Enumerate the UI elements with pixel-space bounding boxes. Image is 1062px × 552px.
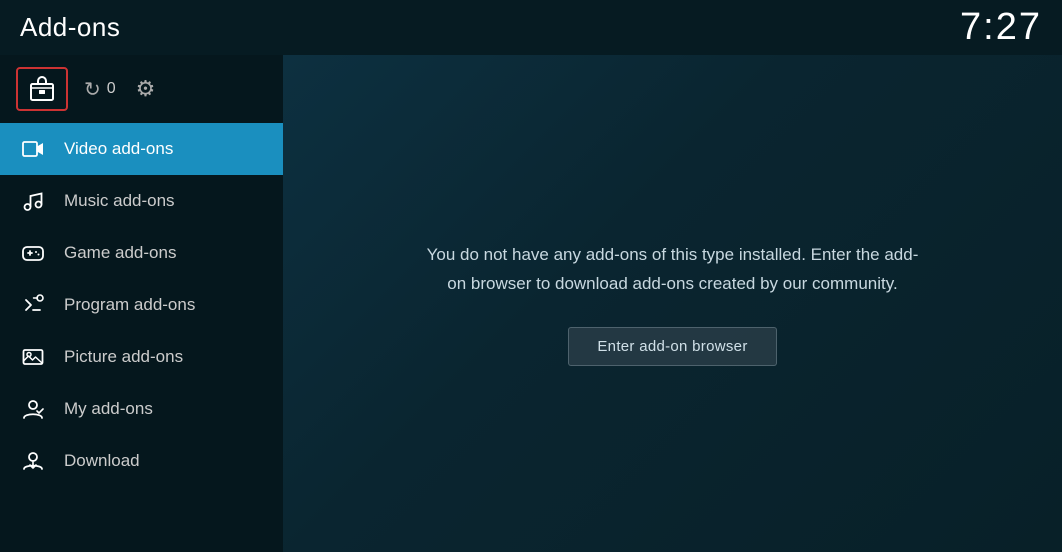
page-title: Add-ons xyxy=(20,12,120,43)
download-icon xyxy=(20,448,46,474)
sidebar: ↻ 0 ⚙ Video add-ons xyxy=(0,55,283,552)
sidebar-item-music-addons[interactable]: Music add-ons xyxy=(0,175,283,227)
refresh-icon: ↻ xyxy=(84,77,101,102)
sidebar-item-program-addons[interactable]: Program add-ons xyxy=(0,279,283,331)
clock: 7:27 xyxy=(960,6,1042,49)
no-addons-message: You do not have any add-ons of this type… xyxy=(423,241,923,299)
sidebar-item-label: Download xyxy=(64,451,140,471)
content-area: You do not have any add-ons of this type… xyxy=(283,55,1062,552)
refresh-button[interactable]: ↻ 0 xyxy=(84,77,116,102)
main-layout: ↻ 0 ⚙ Video add-ons xyxy=(0,55,1062,552)
enter-addon-browser-button[interactable]: Enter add-on browser xyxy=(568,327,776,366)
sidebar-toolbar: ↻ 0 ⚙ xyxy=(0,55,283,123)
sidebar-item-label: Video add-ons xyxy=(64,139,173,159)
music-icon xyxy=(20,188,46,214)
video-icon xyxy=(20,136,46,162)
game-icon xyxy=(20,240,46,266)
header: Add-ons 7:27 xyxy=(0,0,1062,55)
sidebar-item-label: Picture add-ons xyxy=(64,347,183,367)
addon-box-button[interactable] xyxy=(16,67,68,111)
sidebar-item-label: Program add-ons xyxy=(64,295,195,315)
sidebar-item-label: Game add-ons xyxy=(64,243,176,263)
program-icon xyxy=(20,292,46,318)
sidebar-item-label: My add-ons xyxy=(64,399,153,419)
gear-icon: ⚙ xyxy=(136,76,156,101)
settings-button[interactable]: ⚙ xyxy=(136,76,156,102)
update-count: 0 xyxy=(107,80,116,98)
myaddon-icon xyxy=(20,396,46,422)
sidebar-item-download[interactable]: Download xyxy=(0,435,283,487)
sidebar-nav: Video add-ons Music add-ons xyxy=(0,123,283,552)
sidebar-item-label: Music add-ons xyxy=(64,191,175,211)
sidebar-item-video-addons[interactable]: Video add-ons xyxy=(0,123,283,175)
sidebar-item-my-addons[interactable]: My add-ons xyxy=(0,383,283,435)
sidebar-item-picture-addons[interactable]: Picture add-ons xyxy=(0,331,283,383)
picture-icon xyxy=(20,344,46,370)
addon-box-icon xyxy=(28,75,56,103)
sidebar-item-game-addons[interactable]: Game add-ons xyxy=(0,227,283,279)
